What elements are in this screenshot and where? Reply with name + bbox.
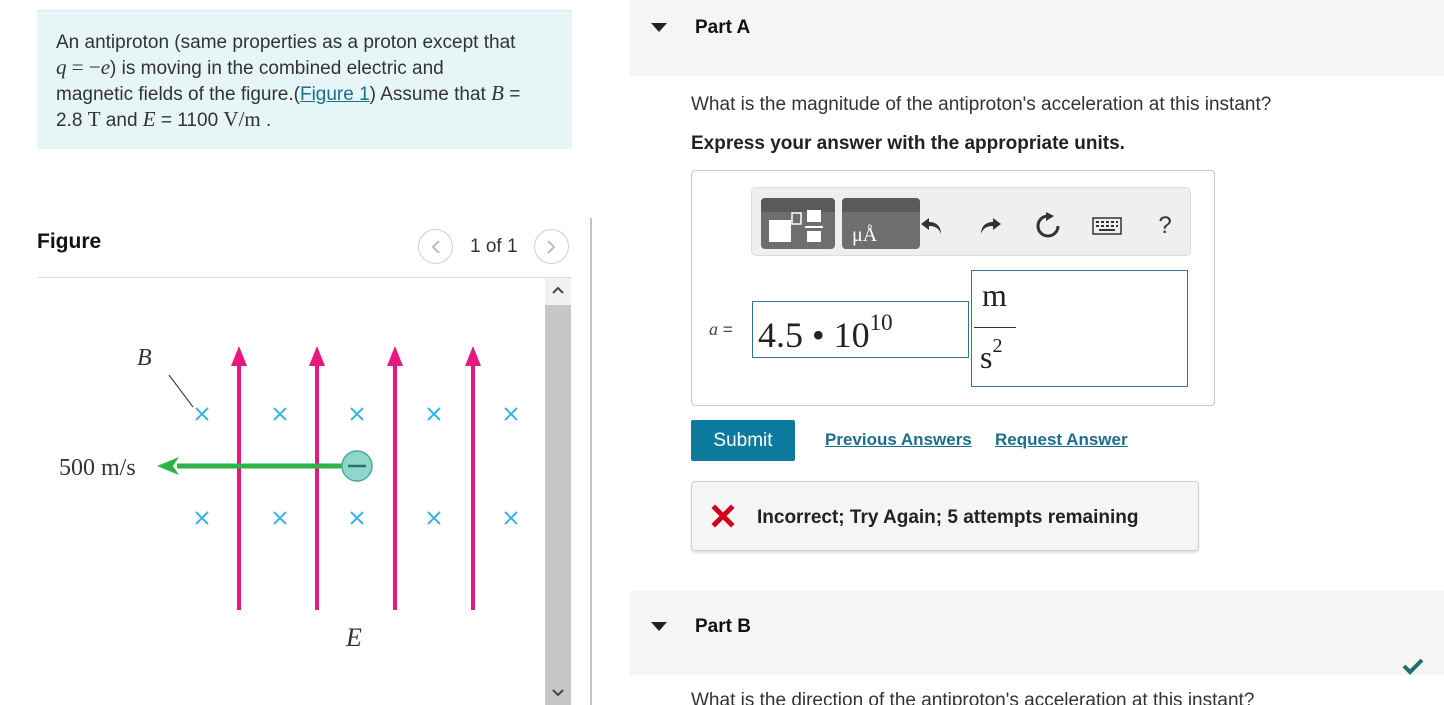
value-input[interactable]: 4.5 • 1010 [752, 301, 969, 358]
answer-variable-label: a = [709, 319, 733, 339]
part-b-label: Part B [695, 616, 751, 637]
scrollbar-thumb[interactable] [545, 305, 571, 705]
fraction-bar [974, 327, 1016, 328]
collapse-caret-icon[interactable] [651, 622, 667, 631]
field-arrowhead [387, 346, 403, 366]
keyboard-button[interactable] [1087, 208, 1127, 244]
cross-mark [504, 511, 518, 525]
left-pane: An antiproton (same properties as a prot… [0, 0, 590, 705]
unit-numerator: m [982, 277, 1007, 313]
figure-divider [37, 277, 572, 278]
undo-icon [921, 218, 941, 234]
collapse-caret-icon[interactable] [651, 23, 667, 32]
unit-denominator: s2 [980, 335, 1003, 375]
redo-icon [981, 218, 1001, 234]
chevron-up-icon [552, 286, 564, 294]
scroll-up-button[interactable] [545, 278, 571, 302]
template-icon [769, 210, 823, 242]
redo-button[interactable] [970, 208, 1010, 244]
cross-mark [195, 511, 209, 525]
b-label-pointer [168, 374, 194, 408]
part-b-question: What is the direction of the antiproton'… [691, 690, 1255, 705]
units-icon: μÅ [852, 224, 878, 246]
undo-button[interactable] [912, 208, 952, 244]
feedback-text: Incorrect; Try Again; 5 attempts remaini… [757, 507, 1139, 528]
field-figure: B 500 m/s E [59, 345, 518, 652]
reset-button[interactable] [1028, 208, 1068, 244]
help-icon[interactable]: ? [1145, 208, 1185, 244]
problem-statement: An antiproton (same properties as a prot… [37, 10, 572, 149]
keyboard-icon [1092, 217, 1122, 235]
pane-splitter[interactable] [590, 218, 592, 705]
field-arrowhead [309, 346, 325, 366]
next-figure-button[interactable] [533, 229, 569, 264]
figure-counter: 1 of 1 [470, 235, 518, 257]
submit-button[interactable]: Submit [691, 420, 795, 461]
figure-title: Figure [37, 230, 102, 253]
chevron-right-icon [547, 239, 556, 254]
part-a-question: What is the magnitude of the antiproton'… [691, 94, 1272, 115]
answer-box: μÅ ? a = 4.5 • 1010 m s2 [691, 170, 1215, 406]
speed-label: 500 m/s [59, 455, 136, 481]
previous-figure-button[interactable] [418, 229, 453, 264]
cross-mark [273, 511, 287, 525]
request-answer-link[interactable]: Request Answer [995, 430, 1128, 450]
cross-mark [427, 407, 441, 421]
figure-navigation: 1 of 1 [418, 229, 569, 264]
field-arrowhead [231, 346, 247, 366]
cross-mark [504, 407, 518, 421]
cross-mark [273, 407, 287, 421]
velocity-arrowhead [157, 457, 179, 475]
chevron-down-icon [552, 689, 564, 697]
field-arrowhead [465, 346, 481, 366]
template-button[interactable] [761, 198, 835, 249]
scroll-down-button[interactable] [545, 681, 571, 705]
units-button[interactable]: μÅ [842, 198, 920, 249]
cross-mark [195, 407, 209, 421]
checkmark-icon [1402, 658, 1424, 675]
chevron-left-icon [431, 239, 440, 254]
b-label: B [137, 345, 152, 371]
previous-answers-link[interactable]: Previous Answers [825, 430, 972, 450]
units-input[interactable]: m s2 [971, 270, 1188, 387]
cross-mark [427, 511, 441, 525]
e-label: E [345, 623, 362, 652]
part-a-label: Part A [695, 17, 751, 38]
figure-1-link[interactable]: Figure 1 [300, 84, 370, 105]
part-a-instruction: Express your answer with the appropriate… [691, 133, 1125, 154]
feedback-box: Incorrect; Try Again; 5 attempts remaini… [691, 481, 1199, 551]
incorrect-x-icon [711, 504, 735, 528]
math-toolbar: μÅ ? [751, 187, 1191, 256]
part-b-header[interactable]: Part B [630, 591, 1444, 675]
cross-mark [350, 511, 364, 525]
figure-scrollbar[interactable] [545, 278, 571, 705]
cross-mark [350, 407, 364, 421]
part-a-header[interactable]: Part A [630, 0, 1444, 76]
reset-icon [1036, 212, 1060, 238]
